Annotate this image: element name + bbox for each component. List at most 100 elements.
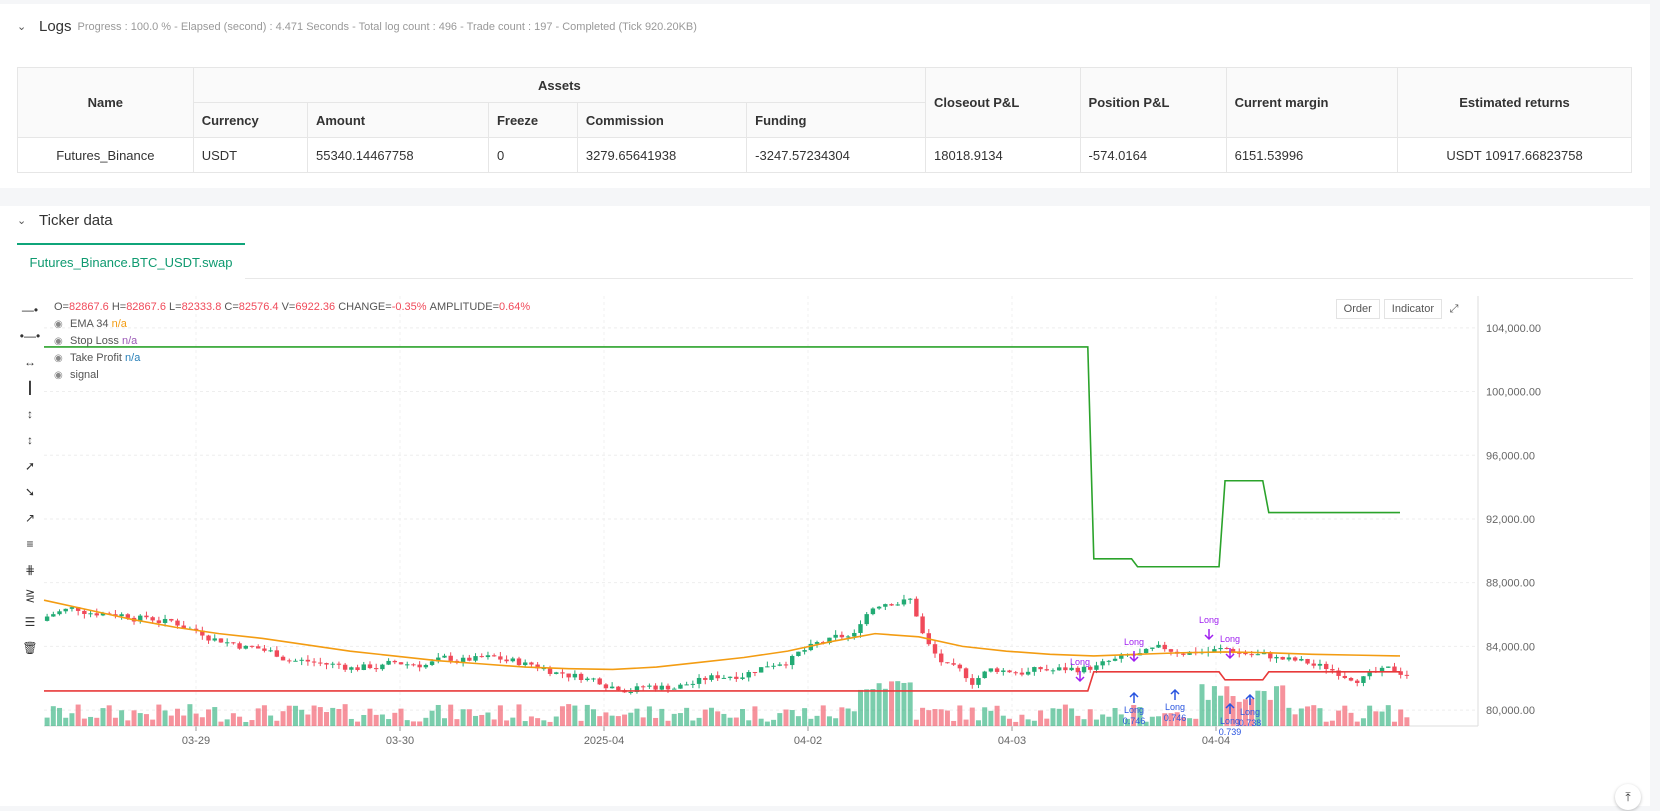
ticker-header[interactable]: ⌄ Ticker data	[17, 212, 113, 229]
entry-size-label: 0.746	[1123, 716, 1146, 726]
volume-bar	[1280, 685, 1286, 726]
ray-line-icon[interactable]: ➘	[18, 479, 42, 505]
candle-body	[150, 617, 155, 621]
candle-body	[858, 624, 863, 633]
volume-bar	[1292, 714, 1298, 726]
volume-bar	[1305, 706, 1311, 726]
volume-bar	[516, 704, 522, 726]
amplitude-label: AMPLITUDE=	[429, 301, 499, 313]
candle-body	[895, 604, 900, 606]
volume-bar	[895, 681, 901, 726]
order-button[interactable]: Order	[1335, 299, 1380, 319]
candle-body	[1007, 670, 1012, 673]
candle-body	[262, 648, 267, 651]
candle-body	[268, 650, 273, 652]
legend-stop-loss[interactable]: ◉ Stop Loss n/a	[54, 333, 530, 350]
chevron-down-icon[interactable]: ⌄	[17, 21, 27, 32]
scroll-to-latest-icon[interactable]: ⤒	[1615, 784, 1641, 810]
volume-bar	[665, 720, 671, 726]
volume-bar	[1000, 715, 1006, 726]
candle-body	[970, 678, 975, 685]
volume-bar	[137, 713, 143, 726]
candle-body	[1212, 649, 1217, 652]
tab-btc-usdt-swap[interactable]: Futures_Binance.BTC_USDT.swap	[17, 243, 245, 279]
horizontal-ray-icon[interactable]: —•	[18, 297, 42, 323]
price-line-icon[interactable]: ≡	[18, 531, 42, 557]
horizontal-segment-icon[interactable]: ↔	[18, 349, 42, 375]
eye-icon[interactable]: ◉	[54, 333, 66, 350]
fibonacci-icon[interactable]: ⋛	[18, 583, 42, 609]
candle-body	[355, 667, 360, 671]
volume-bar	[727, 717, 733, 726]
volume-bar	[994, 705, 1000, 726]
eye-icon[interactable]: ◉	[54, 316, 66, 333]
volume-bar	[634, 708, 640, 726]
vertical-line-icon[interactable]: ↕	[18, 401, 42, 427]
candle-body	[802, 650, 807, 652]
volume-bar	[1069, 708, 1075, 726]
x-tick-label: 2025-04	[584, 735, 624, 747]
chart-buttons: Order Indicator ⤢	[1332, 299, 1464, 319]
entry-label: Long	[1124, 705, 1144, 715]
candle-body	[982, 671, 987, 679]
candle-body	[945, 662, 950, 664]
parallel-channel-icon[interactable]: ⋕	[18, 557, 42, 583]
volume-bar	[1007, 718, 1013, 726]
candle-body	[274, 650, 280, 657]
vertical-segment-icon[interactable]: ↕	[18, 427, 42, 453]
volume-bar	[510, 717, 516, 726]
volume-bar	[162, 710, 168, 726]
volume-bar	[143, 714, 149, 726]
candle-body	[125, 614, 131, 618]
volume-bar	[957, 705, 963, 726]
candle-body	[473, 656, 478, 661]
volume-bar	[628, 712, 634, 726]
legend-signal[interactable]: ◉ signal	[54, 367, 530, 384]
candle-body	[1081, 666, 1087, 673]
candle-body	[1094, 665, 1099, 670]
volume-bar	[926, 710, 932, 726]
volume-bar	[1354, 721, 1360, 726]
volume-bar	[156, 704, 162, 726]
volume-bar	[615, 716, 621, 726]
candle-body	[1032, 667, 1037, 672]
volume-bar	[944, 710, 950, 726]
segment-icon[interactable]: ↗	[18, 505, 42, 531]
vertical-ray-icon[interactable]: ┃	[18, 375, 42, 401]
col-amount: Amount	[306, 102, 489, 138]
candle-body	[752, 672, 758, 674]
chart-area[interactable]: 104,000.00 100,000.00 96,000.00 92,000.00 88…	[0, 291, 1650, 810]
volume-bar	[112, 717, 118, 726]
volume-bar	[441, 718, 447, 726]
volume-bar	[237, 716, 243, 726]
trash-icon[interactable]: 🗑	[18, 635, 42, 661]
logs-header[interactable]: ⌄ Logs Progress : 100.0 % - Elapsed (sec…	[17, 18, 697, 35]
trend-line-icon[interactable]: ➚	[18, 453, 42, 479]
candle-body	[206, 635, 211, 641]
candle-body	[311, 661, 317, 663]
horizontal-line-icon[interactable]: •—•	[18, 323, 42, 349]
candle-body	[647, 685, 652, 687]
legend-ema[interactable]: ◉ EMA 34 n/a	[54, 316, 530, 333]
eye-icon[interactable]: ◉	[54, 367, 66, 384]
volume-bar	[361, 714, 367, 726]
chevron-down-icon[interactable]: ⌄	[17, 215, 27, 226]
volume-bar	[1385, 705, 1391, 726]
expand-icon[interactable]: ⤢	[1444, 299, 1464, 319]
indicator-button[interactable]: Indicator	[1383, 299, 1442, 319]
legend-take-profit[interactable]: ◉ Take Profit n/a	[54, 350, 530, 367]
col-commission: Commission	[576, 102, 748, 138]
volume-bar	[1093, 719, 1099, 726]
long-signal-arrow	[1204, 629, 1214, 641]
volume-bar	[417, 721, 423, 726]
candle-body	[963, 668, 969, 679]
eye-icon[interactable]: ◉	[54, 350, 66, 367]
candle-body	[523, 662, 528, 666]
candle-body	[293, 660, 298, 662]
candle-body	[547, 668, 553, 674]
volume-bar	[261, 705, 267, 726]
candle-body	[411, 664, 416, 666]
volume-bar	[975, 720, 981, 726]
rect-icon[interactable]: ☰	[18, 609, 42, 635]
candle-body	[367, 664, 373, 669]
